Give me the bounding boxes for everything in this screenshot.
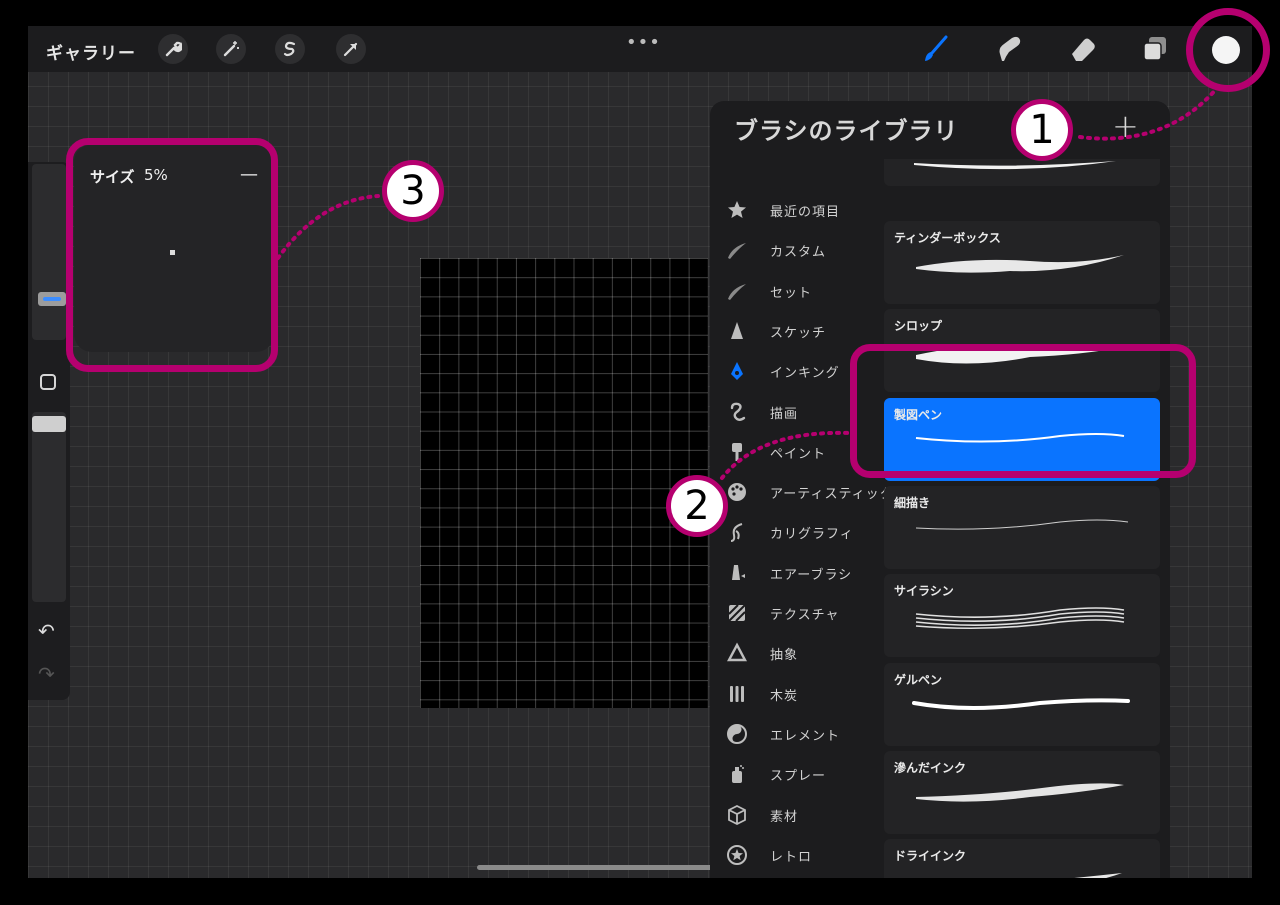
annotation-marker-3: 3 — [382, 160, 444, 222]
annotation-ring-brush — [850, 344, 1196, 478]
annotation-marker-1: 1 — [1011, 99, 1073, 161]
annotation-ring-size — [66, 138, 278, 372]
annotation-marker-2: 2 — [666, 475, 728, 537]
annotation-ring-color — [1186, 8, 1270, 92]
